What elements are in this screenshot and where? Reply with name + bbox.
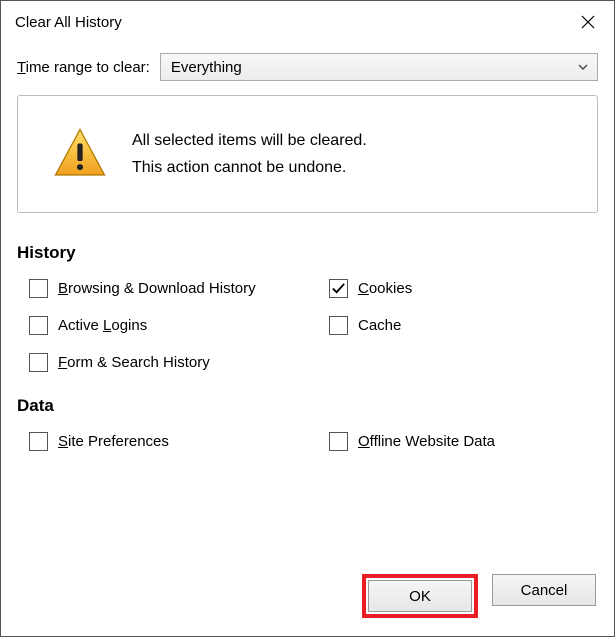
- dialog-title: Clear All History: [15, 14, 122, 31]
- checkbox-browsing-history[interactable]: [29, 279, 48, 298]
- close-button[interactable]: [562, 1, 614, 43]
- warning-box: All selected items will be cleared. This…: [17, 95, 598, 213]
- time-range-select[interactable]: Everything: [160, 53, 598, 81]
- section-history-title: History: [17, 243, 598, 263]
- close-icon: [581, 15, 595, 29]
- checkbox-cookies[interactable]: [329, 279, 348, 298]
- label-cache[interactable]: Cache: [358, 317, 401, 334]
- checkbox-active-logins[interactable]: [29, 316, 48, 335]
- label-active-logins[interactable]: Active Logins: [58, 317, 147, 334]
- section-data-title: Data: [17, 396, 598, 416]
- warning-line1: All selected items will be cleared.: [132, 127, 367, 154]
- label-cookies[interactable]: Cookies: [358, 280, 412, 297]
- cancel-button[interactable]: Cancel: [492, 574, 596, 606]
- warning-icon: [52, 126, 108, 182]
- label-offline-website-data[interactable]: Offline Website Data: [358, 433, 495, 450]
- ok-button[interactable]: OK: [368, 580, 472, 612]
- checkbox-form-search-history[interactable]: [29, 353, 48, 372]
- chevron-down-icon: [577, 61, 589, 73]
- checkbox-site-preferences[interactable]: [29, 432, 48, 451]
- time-range-value: Everything: [171, 59, 242, 76]
- ok-highlight: OK: [362, 574, 478, 618]
- time-range-label: Time range to clear:: [17, 59, 150, 76]
- warning-line2: This action cannot be undone.: [132, 154, 367, 181]
- label-browsing-history[interactable]: Browsing & Download History: [58, 280, 256, 297]
- checkbox-offline-website-data[interactable]: [329, 432, 348, 451]
- label-site-preferences[interactable]: Site Preferences: [58, 433, 169, 450]
- checkbox-cache[interactable]: [329, 316, 348, 335]
- label-form-search-history[interactable]: Form & Search History: [58, 354, 210, 371]
